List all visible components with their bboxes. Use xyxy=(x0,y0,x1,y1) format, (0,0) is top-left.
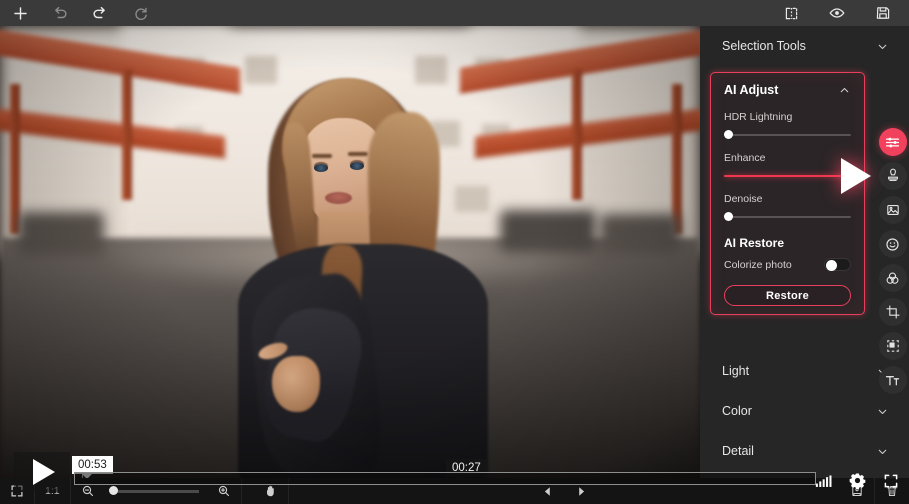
image-icon[interactable] xyxy=(878,196,907,224)
photo-subject xyxy=(0,26,700,478)
hdr-lightning-label: HDR Lightning xyxy=(724,111,793,123)
hdr-lightning-slider[interactable] xyxy=(724,130,851,140)
slider-knob[interactable] xyxy=(724,212,733,221)
sidebar-section-label: Color xyxy=(722,404,752,418)
ai-restore-title: AI Restore xyxy=(724,236,785,250)
denoise-slider[interactable] xyxy=(724,212,851,222)
zoom-slider-knob[interactable] xyxy=(108,486,118,495)
sidebar-section-label: Detail xyxy=(722,444,754,458)
sidebar-section-color[interactable]: Color xyxy=(700,391,909,431)
play-triangle-icon xyxy=(33,459,55,485)
video-progress-bar[interactable] xyxy=(74,472,816,485)
chevron-down-icon xyxy=(876,40,889,53)
color-circles-icon[interactable] xyxy=(878,264,907,292)
save-icon[interactable] xyxy=(873,3,893,23)
ai-adjust-header[interactable]: AI Adjust xyxy=(724,83,851,97)
top-toolbar-left-group xyxy=(0,3,150,23)
image-canvas[interactable] xyxy=(0,26,700,478)
add-icon[interactable] xyxy=(10,3,30,23)
top-toolbar xyxy=(0,0,909,26)
crop-icon[interactable] xyxy=(878,298,907,326)
chevron-up-icon xyxy=(838,84,851,97)
chevron-down-icon xyxy=(876,445,889,458)
top-toolbar-right-group xyxy=(781,3,909,23)
toggle-knob xyxy=(826,260,837,271)
text-icon[interactable] xyxy=(878,366,907,394)
denoise-label: Denoise xyxy=(724,193,763,205)
sidebar-section-detail[interactable]: Detail xyxy=(700,431,909,471)
undo-icon[interactable] xyxy=(50,3,70,23)
selection-icon[interactable] xyxy=(878,332,907,360)
chevron-down-icon xyxy=(876,405,889,418)
fullscreen-icon[interactable] xyxy=(883,473,899,489)
sidebar-section-label: Selection Tools xyxy=(722,39,806,53)
colorize-photo-row: Colorize photo xyxy=(724,258,851,271)
preview-eye-icon[interactable] xyxy=(827,3,847,23)
play-button[interactable] xyxy=(14,452,70,492)
sidebar-section-label: Light xyxy=(722,364,750,378)
slider-fill xyxy=(724,175,851,177)
colorize-photo-label: Colorize photo xyxy=(724,258,792,271)
colorize-photo-toggle[interactable] xyxy=(824,258,851,271)
edited-photo xyxy=(0,26,700,478)
slider-track xyxy=(724,216,851,218)
stamp-icon[interactable] xyxy=(878,162,907,190)
restore-button[interactable]: Restore xyxy=(724,285,851,306)
photo-editor-app: Selection Tools AI Adjust HDR Lightning … xyxy=(0,0,909,504)
enhance-label: Enhance xyxy=(724,152,766,164)
slider-knob[interactable] xyxy=(724,130,733,139)
player-right-controls xyxy=(815,472,899,489)
ai-adjust-title: AI Adjust xyxy=(724,83,779,97)
smiley-icon[interactable] xyxy=(878,230,907,258)
adjust-sliders-icon[interactable] xyxy=(878,128,907,156)
reset-icon[interactable] xyxy=(130,3,150,23)
redo-icon[interactable] xyxy=(90,3,110,23)
gear-icon[interactable] xyxy=(849,472,866,489)
zoom-slider-track[interactable] xyxy=(108,486,199,495)
sidebar-section-selection-tools[interactable]: Selection Tools xyxy=(700,26,909,66)
enhance-slider[interactable] xyxy=(724,171,851,181)
slider-track xyxy=(724,134,851,136)
quality-bars-icon[interactable] xyxy=(815,474,832,488)
compare-split-icon[interactable] xyxy=(781,3,801,23)
tool-rail xyxy=(876,128,909,394)
cursor-play-triangle xyxy=(841,158,871,194)
